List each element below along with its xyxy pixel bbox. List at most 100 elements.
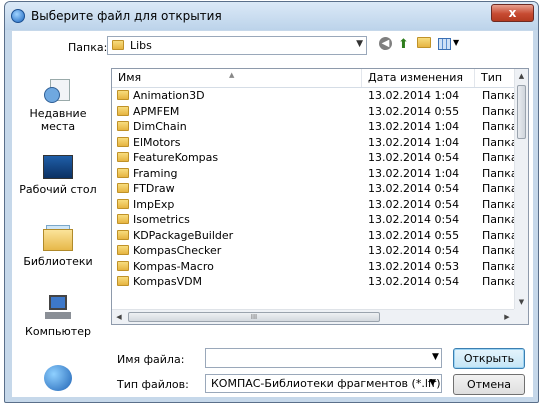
horizontal-scroll-thumb[interactable]: III (128, 312, 380, 322)
scroll-left-icon[interactable]: ◀ (112, 310, 126, 324)
scroll-right-icon[interactable]: ▶ (500, 310, 514, 324)
folder-icon (117, 198, 129, 209)
column-header-type[interactable]: Тип (475, 69, 514, 87)
place-network[interactable] (12, 365, 104, 391)
place-computer[interactable]: Компьютер (12, 295, 104, 338)
file-name: APMFEM (133, 104, 180, 118)
open-file-dialog: Выберите файл для открытия x Папка: Libs… (4, 1, 539, 403)
file-type: Папка (482, 197, 514, 211)
chevron-down-icon: ▼ (453, 38, 460, 47)
horizontal-scrollbar[interactable]: ◀ III ▶ (112, 309, 514, 324)
file-date: 13.02.2014 1:04 (368, 135, 460, 149)
file-row[interactable]: Animation3D 13.02.2014 1:04 Папка (112, 88, 514, 104)
folder-icon (117, 276, 129, 286)
back-button[interactable]: ◀ (379, 37, 395, 53)
file-type: Папка (482, 182, 514, 195)
file-name: Kompas-Macro (133, 259, 214, 273)
chevron-down-icon[interactable]: ▼ (432, 352, 439, 362)
back-icon: ◀ (379, 37, 392, 50)
filetype-dropdown[interactable]: КОМПАС-Библиотеки фрагментов (*.lfr) ▼ (205, 374, 442, 393)
folder-icon (117, 136, 129, 147)
file-row[interactable]: FeatureKompas 13.02.2014 0:54 Папка (112, 150, 514, 166)
folder-icon (117, 183, 129, 193)
desktop-icon (43, 155, 73, 179)
scroll-down-icon[interactable]: ▼ (515, 295, 528, 309)
folder-dropdown-value: Libs (130, 39, 152, 52)
computer-icon (43, 295, 73, 321)
file-row[interactable]: KDPackageBuilder 13.02.2014 0:55 Папка (112, 228, 514, 244)
up-folder-button[interactable]: ⬆ (398, 37, 414, 53)
file-row[interactable]: Framing 13.02.2014 1:04 Папка (112, 166, 514, 182)
filetype-value: КОМПАС-Библиотеки фрагментов (*.lfr) (211, 377, 441, 390)
close-button[interactable]: x (491, 4, 534, 22)
filetype-label: Тип файлов: (117, 378, 189, 391)
chevron-down-icon: ▼ (356, 39, 363, 49)
file-row[interactable]: FTDraw 13.02.2014 0:54 Папка (112, 181, 514, 197)
file-row[interactable]: APMFEM 13.02.2014 0:55 Папка (112, 104, 514, 120)
column-header-name[interactable]: Имя ▲ (112, 69, 362, 87)
place-desktop[interactable]: Рабочий стол (12, 155, 104, 196)
scroll-up-icon[interactable]: ▲ (515, 69, 528, 83)
folder-icon (117, 105, 129, 116)
folder-icon (117, 245, 129, 255)
dialog-title: Выберите файл для открытия (31, 9, 222, 23)
new-folder-button[interactable] (417, 37, 433, 53)
place-libraries[interactable]: Библиотеки (12, 223, 104, 268)
title-bar[interactable]: Выберите файл для открытия x (5, 2, 538, 30)
file-list[interactable]: Имя ▲ Дата изменения Тип Animation3D 13.0… (111, 68, 529, 325)
file-date: 13.02.2014 0:54 (368, 213, 460, 226)
places-bar: Недавние места Рабочий стол Библиотеки К… (12, 69, 104, 397)
filename-input[interactable] (205, 348, 442, 368)
file-name: FeatureKompas (133, 151, 219, 164)
file-name: ElMotors (133, 135, 181, 149)
file-date: 13.02.2014 0:54 (368, 275, 460, 288)
vertical-scroll-thumb[interactable] (517, 85, 526, 139)
folder-label: Папка: (68, 41, 108, 54)
file-row[interactable]: ImpExp 13.02.2014 0:54 Папка (112, 197, 514, 213)
folder-dropdown[interactable]: Libs ▼ (107, 36, 367, 55)
column-header-date[interactable]: Дата изменения (362, 69, 475, 87)
file-date: 13.02.2014 0:53 (368, 259, 460, 273)
file-list-header: Имя ▲ Дата изменения Тип (112, 69, 514, 88)
file-date: 13.02.2014 1:04 (368, 120, 460, 133)
file-type: Папка (482, 275, 514, 288)
file-name: Framing (133, 166, 178, 180)
file-type: Папка (482, 151, 514, 164)
file-name: Animation3D (133, 89, 205, 102)
place-label: Компьютер (25, 325, 91, 338)
place-label: Недавние места (29, 107, 87, 133)
folder-icon (117, 167, 129, 178)
file-row[interactable]: ElMotors 13.02.2014 1:04 Папка (112, 135, 514, 151)
file-name: Isometrics (133, 213, 190, 226)
dialog-body: Папка: Libs ▼ ◀ ⬆ ▼ Недавние места Рабоч… (12, 31, 533, 397)
file-type: Папка (482, 259, 514, 273)
kompas-app-icon (11, 9, 25, 23)
file-name: KompasChecker (133, 244, 222, 257)
file-row[interactable]: KompasChecker 13.02.2014 0:54 Папка (112, 243, 514, 259)
vertical-scrollbar[interactable]: ▲ ▼ (514, 69, 528, 309)
file-date: 13.02.2014 1:04 (368, 89, 460, 102)
file-date: 13.02.2014 0:54 (368, 244, 460, 257)
chevron-down-icon: ▼ (429, 378, 436, 388)
file-row[interactable]: Kompas-Macro 13.02.2014 0:53 Папка (112, 259, 514, 275)
file-date: 13.02.2014 0:55 (368, 228, 460, 242)
file-name: DimChain (133, 120, 187, 133)
sort-ascending-icon: ▲ (229, 71, 235, 79)
file-type: Папка (482, 228, 514, 242)
recent-places-icon (44, 77, 72, 103)
open-button[interactable]: Открыть (453, 348, 525, 369)
file-date: 13.02.2014 0:54 (368, 182, 460, 195)
file-rows: Animation3D 13.02.2014 1:04 Папка APMFEM 13.… (112, 88, 514, 310)
file-date: 13.02.2014 0:54 (368, 197, 460, 211)
file-date: 13.02.2014 0:54 (368, 151, 460, 164)
folder-icon (117, 121, 129, 131)
filename-label: Имя файла: (117, 353, 185, 366)
file-row[interactable]: Isometrics 13.02.2014 0:54 Папка (112, 212, 514, 228)
scrollbar-corner (514, 309, 528, 324)
views-menu-button[interactable]: ▼ (438, 37, 464, 53)
file-row[interactable]: DimChain 13.02.2014 1:04 Папка (112, 119, 514, 135)
folder-icon (117, 214, 129, 224)
place-recent[interactable]: Недавние места (12, 77, 104, 133)
cancel-button[interactable]: Отмена (453, 374, 525, 395)
file-row[interactable]: KompasVDM 13.02.2014 0:54 Папка (112, 274, 514, 290)
